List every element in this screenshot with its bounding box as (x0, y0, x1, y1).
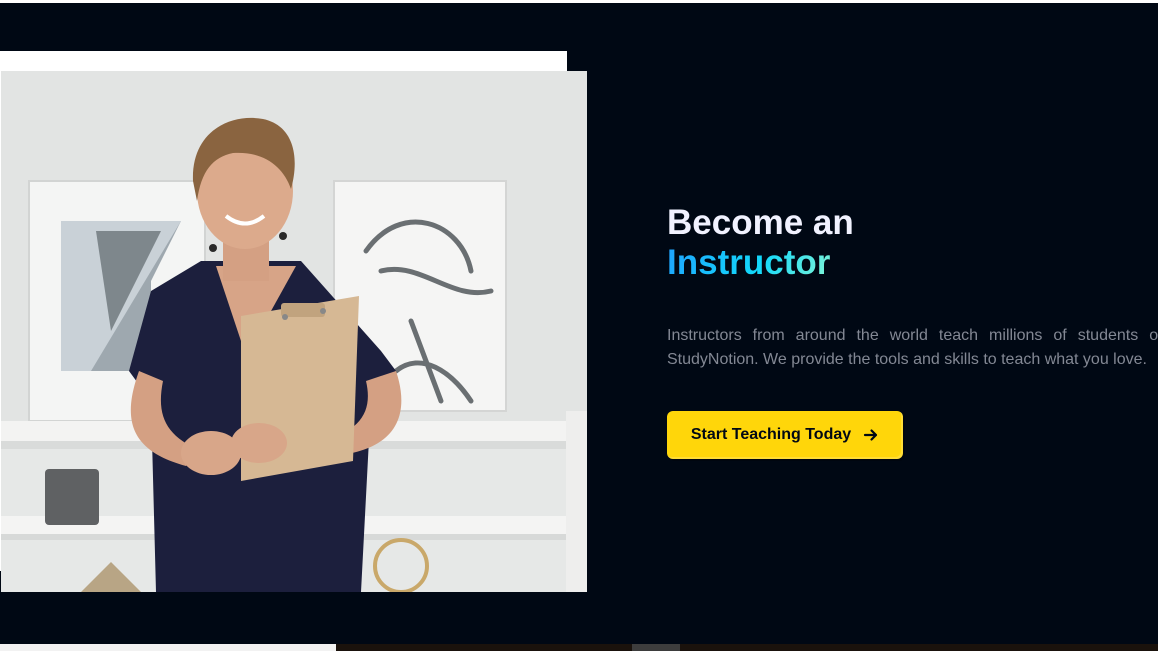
next-section-edge-left (0, 644, 336, 651)
section-heading: Become an Instructor (667, 203, 854, 283)
heading-prefix: Become an (667, 203, 854, 242)
heading-highlight: Instructor (667, 243, 854, 283)
start-teaching-label: Start Teaching Today (690, 426, 852, 443)
section-description: Instructors from around the world teach … (667, 327, 1158, 368)
arrow-right-icon (863, 427, 879, 443)
next-section-edge-mid (632, 644, 680, 651)
start-teaching-button[interactable]: Start Teaching Today (667, 411, 903, 459)
instructor-photo (1, 71, 587, 592)
